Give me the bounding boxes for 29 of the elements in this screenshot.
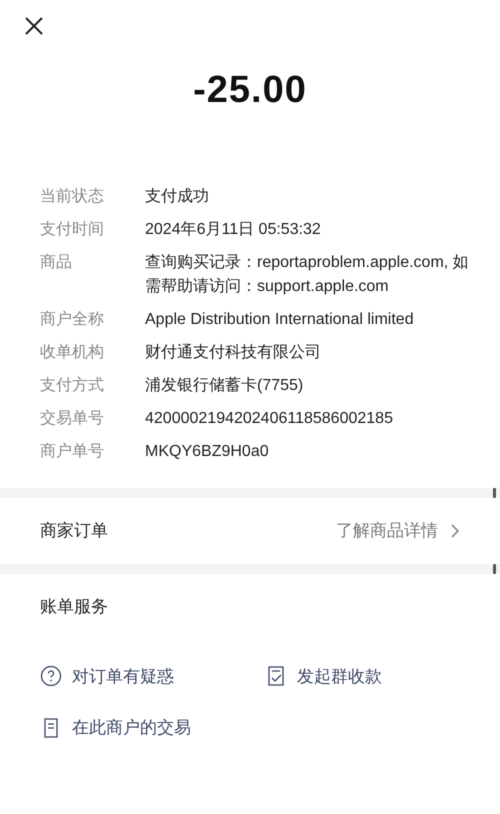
service-link[interactable]: 在此商户的交易: [72, 715, 191, 740]
detail-value: 财付通支付科技有限公司: [145, 342, 322, 363]
detail-value: 浦发银行储蓄卡(7755): [145, 376, 304, 396]
detail-label: 收单机构: [40, 343, 105, 363]
payment-amount: -25.00: [192, 68, 308, 113]
detail-value: Apple Distribution International limited: [145, 310, 415, 330]
detail-label: 支付方式: [40, 376, 105, 396]
detail-label: 商品: [40, 252, 73, 273]
detail-label: 交易单号: [40, 408, 105, 429]
detail-value: 2024年6月11日 05:53:32: [145, 220, 322, 240]
chevron-right-icon: [450, 523, 460, 539]
detail-label: 商户全称: [40, 310, 105, 330]
detail-value: MKQY6BZ9H0a0: [145, 442, 270, 462]
detail-value: 查询购买记录：reportaproblem.apple.com, 如需帮助请访问：support.apple.com: [145, 252, 470, 297]
details-link[interactable]: 了解商品详情: [336, 518, 438, 544]
detail-label: 商户单号: [40, 442, 105, 462]
detail-value: 4200002194202406118586002185: [145, 409, 394, 429]
row-title: 商家订单: [40, 520, 108, 542]
close-icon[interactable]: [24, 16, 44, 36]
service-link[interactable]: 对订单有疑惑: [72, 664, 174, 689]
scrollbar-thumb[interactable]: [493, 564, 496, 574]
section-title: 账单服务: [40, 596, 109, 618]
merchant-order-row[interactable]: 商家订单 了解商品详情: [0, 498, 500, 564]
detail-label: 支付时间: [40, 220, 105, 240]
scrollbar-thumb[interactable]: [493, 488, 496, 498]
question-icon: [40, 665, 62, 688]
detail-label: 当前状态: [40, 186, 105, 207]
detail-value: 支付成功: [145, 186, 210, 207]
service-link[interactable]: 发起群收款: [297, 664, 382, 689]
